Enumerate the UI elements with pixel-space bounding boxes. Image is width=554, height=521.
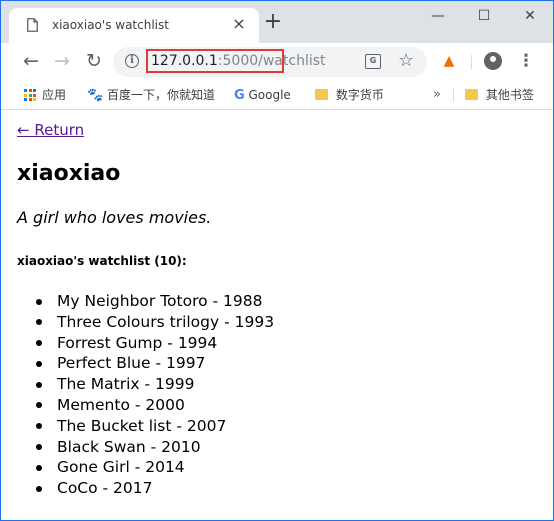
document-icon [27, 18, 38, 32]
title-bar: xiaoxiao's watchlist × + — ☐ ✕ [1, 1, 553, 43]
bookmark-baidu[interactable]: 🐾 百度一下，你就知道 [87, 86, 215, 104]
reload-icon[interactable]: ↻ [82, 49, 106, 73]
profile-avatar-icon[interactable] [484, 52, 502, 70]
minimize-button[interactable]: — [415, 1, 461, 31]
info-icon[interactable]: i [125, 54, 139, 68]
maximize-button[interactable]: ☐ [461, 1, 507, 31]
watchlist-heading: xiaoxiao's watchlist (10): [17, 254, 187, 268]
menu-kebab-icon[interactable]: ⋮ [514, 49, 538, 73]
list-item: Perfect Blue - 1997 [35, 353, 274, 374]
translate-icon[interactable]: G [365, 54, 381, 69]
new-tab-button[interactable]: + [263, 11, 283, 33]
bookmarks-bar: 应用 🐾 百度一下，你就知道 G Google 数字货币 » 其他书签 [1, 81, 553, 110]
bookmarks-overflow-chevron-icon[interactable]: » [433, 86, 441, 104]
bookmark-label: 百度一下，你就知道 [107, 88, 216, 102]
forward-arrow-icon[interactable]: → [50, 49, 74, 73]
bookmark-label: 其他书签 [485, 88, 534, 102]
back-arrow-icon[interactable]: ← [19, 49, 43, 73]
bookmark-google[interactable]: G Google [234, 86, 291, 104]
close-window-button[interactable]: ✕ [507, 1, 553, 31]
url-host: 127.0.0.1 [151, 53, 218, 69]
page-content: ← Return xiaoxiao A girl who loves movie… [1, 110, 553, 520]
bookmark-label: 应用 [42, 88, 67, 102]
browser-window: xiaoxiao's watchlist × + — ☐ ✕ ← → ↻ i 1… [0, 0, 554, 521]
address-bar[interactable]: i 127.0.0.1:5000/watchlist G ☆ [113, 47, 427, 77]
bookmark-crypto-folder[interactable]: 数字货币 [315, 86, 384, 104]
bookmark-label: Google [248, 88, 291, 102]
user-bio: A girl who loves movies. [17, 208, 212, 227]
list-item: CoCo - 2017 [35, 478, 274, 499]
tab-title: xiaoxiao's watchlist [52, 18, 169, 32]
paw-icon: 🐾 [87, 88, 104, 103]
bookmark-star-icon[interactable]: ☆ [398, 50, 414, 72]
browser-toolbar: ← → ↻ i 127.0.0.1:5000/watchlist G ☆ ▲ ⋮ [1, 43, 553, 81]
movie-list: My Neighbor Totoro - 1988 Three Colours … [17, 291, 274, 499]
apps-grid-icon [24, 89, 36, 101]
list-item: Memento - 2000 [35, 395, 274, 416]
list-item: The Bucket list - 2007 [35, 416, 274, 437]
folder-icon [465, 89, 478, 100]
url-text[interactable]: 127.0.0.1:5000/watchlist [151, 53, 326, 69]
list-item: Forrest Gump - 1994 [35, 333, 274, 354]
google-icon: G [234, 88, 245, 103]
tab-close-icon[interactable]: × [231, 16, 247, 32]
list-item: Gone Girl - 2014 [35, 457, 274, 478]
extension-fox-icon[interactable]: ▲ [437, 49, 461, 73]
bookmark-apps[interactable]: 应用 [24, 86, 66, 104]
page-title: xiaoxiao [17, 161, 121, 186]
list-item: Three Colours trilogy - 1993 [35, 312, 275, 331]
toolbar-separator [471, 55, 472, 69]
list-item: The Matrix - 1999 [35, 374, 274, 395]
list-item: Black Swan - 2010 [35, 437, 274, 458]
browser-tab[interactable]: xiaoxiao's watchlist × [9, 8, 259, 43]
bookmarks-separator [453, 88, 454, 102]
return-link[interactable]: ← Return [17, 121, 84, 139]
url-path: :5000/watchlist [217, 53, 326, 69]
bookmark-label: 数字货币 [335, 88, 384, 102]
list-item: My Neighbor Totoro - 1988 [35, 291, 274, 312]
bookmark-other-folder[interactable]: 其他书签 [465, 86, 534, 104]
folder-icon [315, 89, 328, 100]
